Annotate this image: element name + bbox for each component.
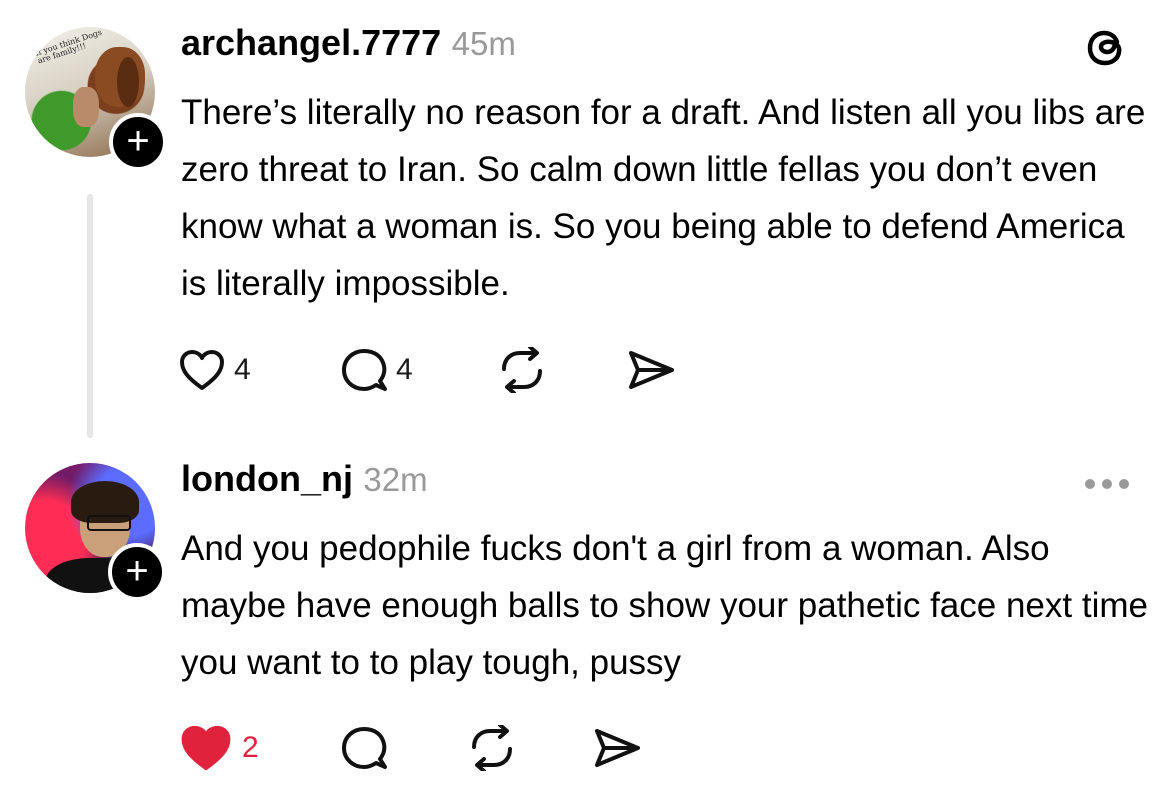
repost-icon — [472, 725, 512, 771]
thread-connector-line — [87, 194, 93, 438]
threads-logo-icon — [1087, 30, 1122, 66]
comment-bubble-icon — [342, 349, 387, 391]
heart-icon — [180, 350, 224, 390]
reply-button[interactable]: 4 — [340, 340, 413, 400]
thread-post: + london_nj 32m And you pedophile fucks … — [0, 440, 1170, 802]
post-time: 45m — [451, 25, 516, 62]
share-button[interactable] — [592, 718, 642, 778]
username[interactable]: london_nj — [181, 458, 353, 499]
repost-button[interactable] — [466, 718, 518, 778]
more-options-icon[interactable] — [1082, 476, 1132, 492]
post-header: london_nj 32m — [181, 458, 428, 500]
follow-plus-icon[interactable]: + — [109, 113, 167, 171]
send-icon — [629, 351, 674, 389]
post-header: archangel.7777 45m — [181, 22, 516, 64]
like-button[interactable]: 2 — [178, 718, 259, 778]
reply-button[interactable] — [340, 718, 388, 778]
username[interactable]: archangel.7777 — [181, 22, 441, 63]
post-body: There’s literally no reason for a draft.… — [181, 93, 1146, 303]
repost-button[interactable] — [496, 340, 548, 400]
post-body: And you pedophile fucks don't a girl fro… — [181, 529, 1148, 682]
heart-icon — [181, 725, 231, 771]
thread-post: If you think Dogs are family!!! + archan… — [0, 0, 1170, 440]
reply-count: 4 — [396, 353, 413, 386]
post-time: 32m — [363, 461, 428, 498]
share-button[interactable] — [626, 340, 676, 400]
like-count: 4 — [234, 353, 251, 386]
comment-bubble-icon — [342, 727, 387, 769]
follow-plus-icon[interactable]: + — [108, 543, 166, 601]
like-button[interactable]: 4 — [178, 340, 251, 400]
like-count: 2 — [242, 731, 259, 764]
avatar-sign-text: If you think Dogs are family!!! — [33, 27, 103, 66]
send-icon — [595, 729, 640, 767]
repost-icon — [502, 347, 542, 393]
